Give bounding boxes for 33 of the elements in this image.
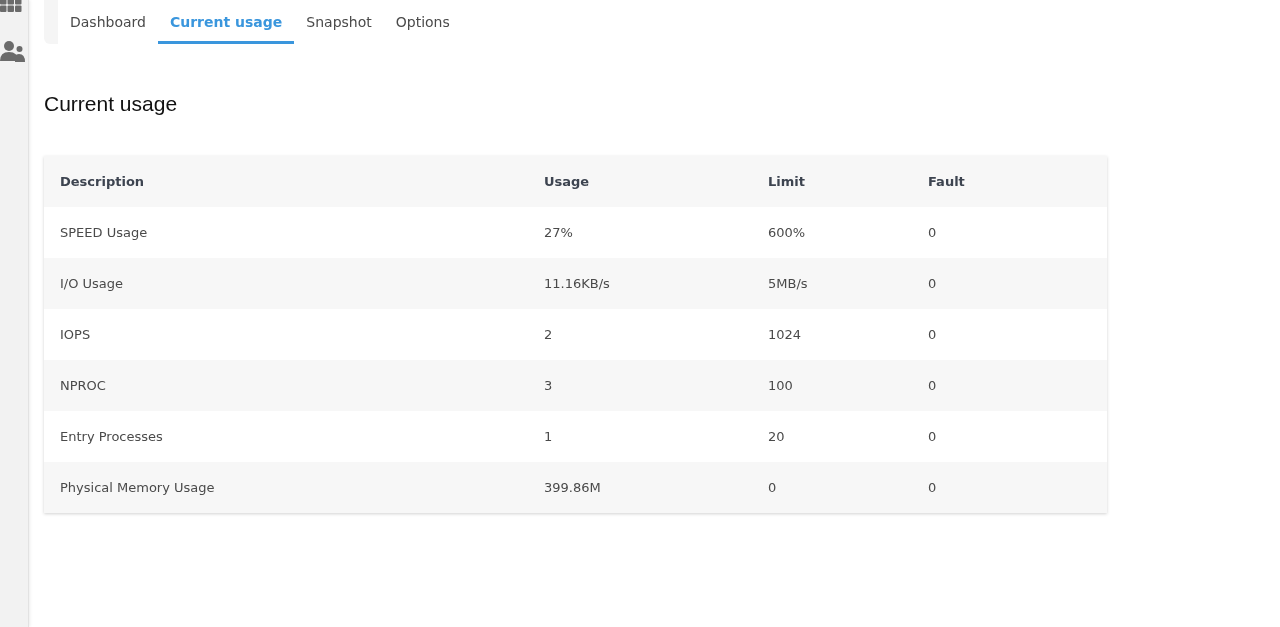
table-cell-text: 0 <box>927 378 937 393</box>
table-cell-text: 0 <box>927 480 937 495</box>
page-title: Current usage <box>44 92 178 116</box>
table-cell-text: Physical Memory Usage <box>59 480 215 495</box>
users-icon[interactable] <box>0 40 25 64</box>
tab[interactable]: Options <box>383 0 462 44</box>
column-header: Description <box>59 174 145 189</box>
table-cell-text: 27% <box>543 225 573 240</box>
table-cell-text: 1 <box>543 429 553 444</box>
table-cell-text: 5MB/s <box>767 276 808 291</box>
table-cell-text: 0 <box>927 225 937 240</box>
table-cell-text: SPEED Usage <box>59 225 148 240</box>
column-header: Usage <box>543 174 590 189</box>
tab[interactable]: Dashboard <box>58 0 158 44</box>
table-cell-text: 0 <box>767 480 777 495</box>
table-cell-text: 11.16KB/s <box>543 276 610 291</box>
table-cell-text: I/O Usage <box>59 276 124 291</box>
table-cell-text: NPROC <box>59 378 106 393</box>
table-cell-text: 0 <box>927 327 937 342</box>
column-header: Fault <box>927 174 965 189</box>
table-cell-text: 0 <box>927 276 937 291</box>
tab[interactable]: Snapshot <box>294 0 384 44</box>
table-cell-text: 600% <box>767 225 806 240</box>
table-cell-text: IOPS <box>59 327 91 342</box>
table-cell-text: 399.86M <box>543 480 601 495</box>
table-cell-text: 2 <box>543 327 553 342</box>
table-cell-text: 100 <box>767 378 793 393</box>
table-cell-text: 20 <box>767 429 785 444</box>
table-cell-text: Entry Processes <box>59 429 163 444</box>
table-cell-text: 1024 <box>767 327 802 342</box>
column-header: Limit <box>767 174 805 189</box>
table-cell-text: 0 <box>927 429 937 444</box>
table-cell-text: 3 <box>543 378 553 393</box>
